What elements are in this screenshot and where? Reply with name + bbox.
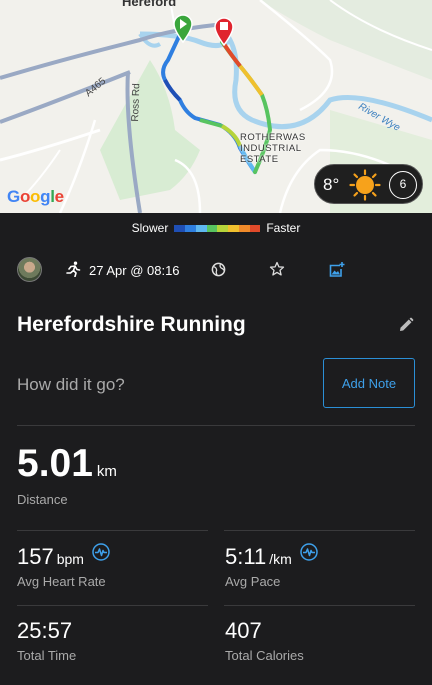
pace-value: 5:11 [225, 544, 267, 569]
legend-slower-label: Slower [131, 221, 169, 235]
stat-pace[interactable]: 5:11/km Avg Pace [225, 543, 318, 589]
legend-faster-label: Faster [266, 221, 301, 235]
legend-color-segment [238, 224, 250, 232]
legend-color-segment [174, 224, 186, 232]
map-label-estate: ROTHERWAS INDUSTRIAL ESTATE [240, 132, 306, 165]
star-icon[interactable] [269, 261, 285, 277]
add-note-button[interactable]: Add Note [323, 358, 415, 408]
legend-color-segment [249, 224, 261, 232]
distance-value: 5.01 [17, 442, 93, 485]
total-time-label: Total Time [17, 648, 77, 663]
legend-color-bar [174, 224, 261, 232]
start-marker-icon[interactable] [171, 13, 195, 43]
stat-total-calories: 407 Total Calories [225, 618, 304, 663]
pace-chart-icon[interactable] [300, 543, 318, 561]
edit-pencil-icon[interactable] [398, 317, 414, 333]
pace-unit: /km [269, 551, 292, 567]
stat-distance: 5.01 km Distance [17, 442, 117, 507]
heart-rate-value: 157 [17, 544, 54, 569]
activity-title: Herefordshire Running [17, 313, 246, 336]
activity-meta-row: 27 Apr @ 08:16 [0, 256, 432, 284]
divider [224, 605, 415, 606]
distance-label: Distance [17, 492, 68, 507]
finish-marker-icon[interactable] [212, 16, 236, 46]
running-icon [66, 261, 81, 277]
map-label-hereford: Hereford [122, 0, 177, 9]
route-map[interactable]: Hereford A465 Ross Rd River Wye ROTHERWA… [0, 0, 432, 213]
calories-label: Total Calories [225, 648, 304, 663]
legend-color-segment [228, 224, 239, 232]
note-prompt[interactable]: How did it go? [17, 375, 125, 395]
divider [17, 605, 208, 606]
heart-rate-label: Avg Heart Rate [17, 574, 106, 589]
pace-label: Avg Pace [225, 574, 281, 589]
weather-badge[interactable]: 8° 6 [314, 164, 423, 204]
globe-icon[interactable] [211, 262, 226, 277]
heart-rate-unit: bpm [56, 551, 84, 567]
stat-total-time: 25:57 Total Time [17, 618, 76, 663]
divider [17, 425, 415, 426]
divider [224, 530, 415, 531]
avatar[interactable] [17, 257, 42, 282]
legend-color-segment [195, 224, 207, 232]
add-photo-icon[interactable] [328, 261, 345, 278]
speed-legend: Slower Faster [0, 219, 432, 237]
stat-heart-rate[interactable]: 157 bpm Avg Heart Rate [17, 543, 111, 589]
legend-color-segment [206, 224, 218, 232]
google-logo: Google [7, 187, 64, 206]
total-time-value: 25:57 [17, 618, 73, 643]
divider [17, 530, 208, 531]
heart-rate-chart-icon[interactable] [92, 543, 111, 561]
distance-unit: km [96, 463, 117, 480]
moon-phase-icon: 6 [389, 171, 417, 199]
weather-temperature: 8° [323, 175, 340, 194]
map-label-ross-rd: Ross Rd [130, 83, 143, 122]
legend-color-segment [217, 224, 229, 232]
legend-color-segment [185, 224, 196, 232]
sun-icon [349, 169, 381, 201]
calories-value: 407 [225, 618, 262, 643]
activity-date: 27 Apr @ 08:16 [89, 263, 180, 278]
